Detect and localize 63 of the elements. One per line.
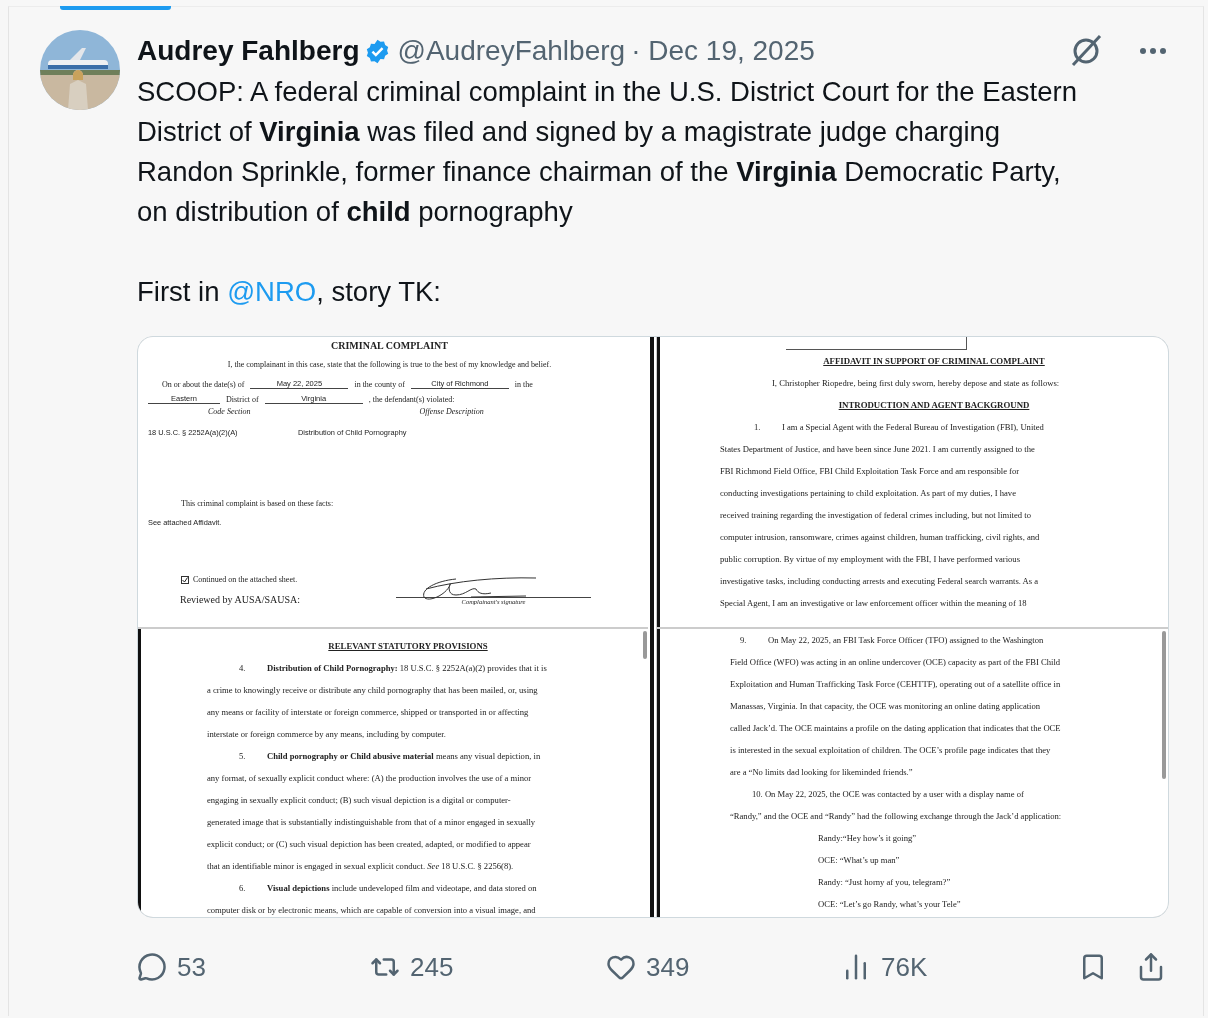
document-images[interactable] xyxy=(137,336,1169,918)
document-text: any format, of sexually explicit conduct where: (A) the production involves the use of a minor xyxy=(207,772,533,785)
form-label: District of xyxy=(226,395,259,404)
document-text: is interested in the sexual exploitation of children. The OCE’s profile page indicates that they xyxy=(729,744,1052,757)
more-icon[interactable] xyxy=(1139,47,1167,55)
document-text: public corruption. By virtue of my employment with the FBI, I have performed various xyxy=(720,553,1021,566)
form-label: , the defendant(s) violated: xyxy=(368,395,455,404)
document-text: “Randy,” and the OCE and “Randy” had the following exchange through the Jack’d application: xyxy=(729,810,1063,823)
reply-button[interactable]: 53 xyxy=(137,951,370,983)
author-handle[interactable]: @AudreyFahlberg xyxy=(397,35,626,67)
document-text: that an identifiable minor is engaged in sexual explicit conduct. See 18 U.S.C. § 2256(8). xyxy=(207,860,515,873)
document-text: 10. On May 22, 2025, the OCE was contacted by a user with a display name of xyxy=(751,788,1025,801)
post-date[interactable]: · Dec 19, 2025 xyxy=(631,35,815,67)
document-text: FBI Richmond Field Office, FBI Child Exploitation Task Force and am responsible for xyxy=(720,465,1021,478)
dialog-line: Randy:“Hey how’s it going” xyxy=(817,832,918,845)
form-label: On or about the date(s) of xyxy=(162,380,245,389)
document-text: a crime to knowingly receive or distribute any child pornography that has been mailed, or, using xyxy=(207,684,539,697)
numbered-paragraph: 1. I am a Special Agent with the Federal Bureau of Investigation (FBI), United xyxy=(753,421,1045,434)
post-text: SCOOP: A federal criminal complaint in the U.S. District Court for the Eastern District of Virginia was filed and signed by a magistrate judge charging Randon Sprinkle, former finance chairman of the Virginia Democratic Party, on distribution of child pornography xyxy=(137,75,1078,229)
dialog-line: OCE: “What’s up man” xyxy=(817,854,901,867)
numbered-paragraph: 9. On May 22, 2025, an FBI Task Force Officer (TFO) assigned to the Washington xyxy=(739,634,1045,647)
document-text: I, the complainant in this case, state that the following is true to the best of my knowledge and belief. xyxy=(226,360,553,369)
document-heading: AFFIDAVIT IN SUPPORT OF CRIMINAL COMPLAINT xyxy=(822,355,1046,368)
document-heading: RELEVANT STATUTORY PROVISIONS xyxy=(327,640,489,653)
document-title: CRIMINAL COMPLAINT xyxy=(330,340,449,351)
document-text: are a “No limits dad looking for likeminded friends.” xyxy=(729,766,914,779)
dialog-line: Randy: “Just horny af you, telegram?” xyxy=(817,876,952,889)
document-text: explicit conduct; or (C) such visual depiction has been created, adapted, or modified to appear xyxy=(207,838,532,851)
column-heading: Code Section xyxy=(207,407,252,416)
document-text: Manassas, Virginia. In that capacity, the OCE was monitoring an online dating application xyxy=(729,700,1042,713)
form-label: in the xyxy=(514,380,533,389)
repost-button[interactable]: 245 xyxy=(370,951,606,983)
form-label: in the county of xyxy=(354,380,405,389)
document-text: engaging in sexually explicit conduct; (B) such visual depiction is a digital or computer- xyxy=(207,794,512,807)
document-text: investigative tasks, including conducting arrests and executing Federal search warrants. As a xyxy=(720,575,1040,588)
scrollbar xyxy=(643,631,647,659)
document-text: States Department of Justice, and have been since June 2021. I am currently assigned to the xyxy=(720,443,1036,456)
document-text: conducting investigations pertaining to child exploitation. As part of my duties, I have xyxy=(720,487,1017,500)
document-text: received training regarding the investigation of federal crimes including, but not limited to xyxy=(720,509,1032,522)
document-text: Field Office (WFO) was acting in an online undercover (OCE) capacity as part of the FBI Child xyxy=(729,656,1062,669)
speech-bubble-icon xyxy=(137,952,167,982)
document-heading: INTRODUCTION AND AGENT BACKGROUND xyxy=(837,399,1031,412)
document-text: interstate or foreign commerce by any means, including by computer. xyxy=(207,728,447,741)
reviewer-label: Reviewed by AUSA/SAUSA: xyxy=(180,594,300,605)
checkbox-label: Continued on the attached sheet. xyxy=(193,575,298,584)
document-text: Special Agent, I am an investigative or law enforcement officer within the meaning of 18 xyxy=(720,597,1028,610)
document-text: called Jack’d. The OCE maintains a profile on the dating application that indicates that the OCE xyxy=(729,722,1062,735)
dialog-line: OCE: “Let’s go Randy, what’s your Tele” xyxy=(817,898,962,911)
document-text: generated image that is substantially indistinguishable from that of a minor engaged in sexually xyxy=(207,816,537,829)
column-heading: Offense Description xyxy=(419,407,485,416)
like-button[interactable]: 349 xyxy=(606,951,841,983)
views-button[interactable]: 76K xyxy=(841,951,1078,983)
numbered-paragraph: 6. Visual depictions include undeveloped film and videotape, and data stored on xyxy=(238,882,538,895)
document-text: any means or facility of interstate or foreign commerce, shipped or transported in or affecting xyxy=(207,706,530,719)
numbered-paragraph: 4. Distribution of Child Pornography: 18 U.S.C. § 2252A(a)(2) provides that it is xyxy=(238,662,548,675)
author-name[interactable]: Audrey Fahlberg xyxy=(137,35,360,67)
document-text: Exploitation and Human Trafficking Task Force (CEHTTF), operating out of a satellite office in xyxy=(729,678,1062,691)
numbered-paragraph: 5. Child pornography or Child abusive material means any visual depiction, in xyxy=(238,750,542,763)
document-text: computer disk or by electronic means, which are capable of conversion into a visual image, and xyxy=(207,904,537,917)
post-text: First in @NRO, story TK: xyxy=(137,275,442,309)
document-text: This criminal complaint is based on these facts: xyxy=(180,499,335,508)
document-text: computer intrusion, ransomware, crimes against children, human trafficking, civil rights, and xyxy=(720,531,1041,544)
document-text: I, Christopher Riopedre, being first duly sworn, hereby depose and state as follows: xyxy=(771,377,1061,390)
